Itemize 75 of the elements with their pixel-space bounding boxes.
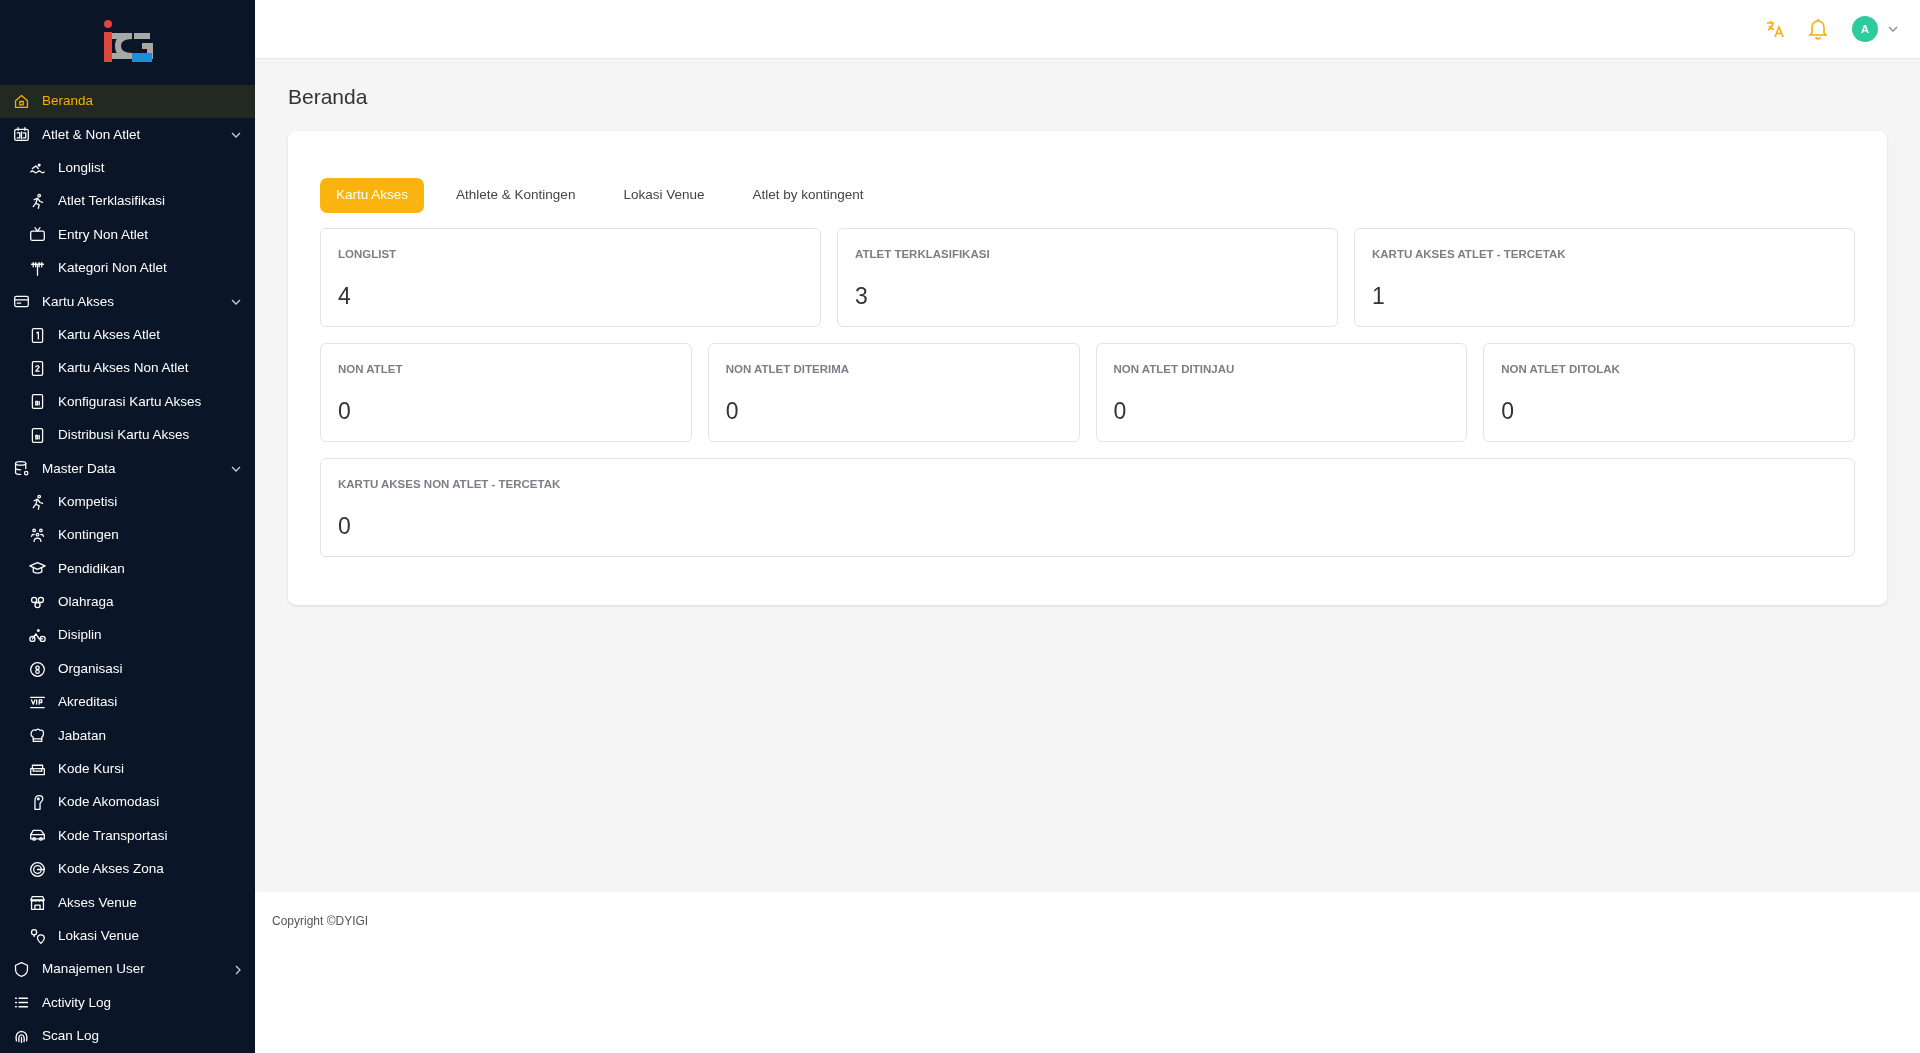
menu-item[interactable]: Akses Venue: [0, 886, 255, 920]
stat-value: 3: [855, 281, 868, 311]
menu-item[interactable]: Konfigurasi Kartu Akses: [0, 385, 255, 419]
menu-item[interactable]: Kode Kursi: [0, 752, 255, 786]
bicycle-icon: [29, 627, 46, 645]
stat-label: ATLET TERKLASIFIKASI: [855, 246, 990, 262]
menu-item[interactable]: Atlet Terklasifikasi: [0, 184, 255, 219]
menu-item[interactable]: Disiplin: [0, 618, 255, 653]
menu-item[interactable]: Distribusi Kartu Akses: [0, 418, 255, 452]
tab[interactable]: Lokasi Venue: [607, 177, 721, 213]
stat-value: 0: [1113, 396, 1127, 426]
stat-value: 4: [338, 281, 351, 311]
menu-item[interactable]: Scan Log: [0, 1019, 255, 1053]
document-two-icon: [29, 360, 46, 377]
menu-item[interactable]: Entry Non Atlet: [0, 218, 255, 252]
menu-item[interactable]: Olahraga: [0, 585, 255, 619]
chevron-down-icon: [231, 298, 241, 305]
chevron-right-icon: [235, 964, 241, 975]
menu-item[interactable]: Kartu Akses Atlet: [0, 318, 255, 352]
document-one-icon: [29, 326, 46, 344]
coin-icon: [29, 660, 46, 678]
menu-item[interactable]: Beranda: [0, 84, 255, 119]
stat-value: 1: [1372, 281, 1385, 311]
menu-item[interactable]: Lokasi Venue: [0, 919, 255, 953]
translate-icon[interactable]: [1766, 20, 1784, 38]
stat-label: NON ATLET DITINJAU: [1113, 361, 1235, 377]
chef-hat-icon: [29, 727, 46, 745]
menu-item[interactable]: Jabatan: [0, 719, 255, 753]
menu-item[interactable]: Kompetisi: [0, 485, 255, 519]
tab[interactable]: Athlete & Kontingen: [440, 177, 592, 213]
menu-item[interactable]: Pendidikan: [0, 552, 255, 586]
location-pins-icon: [29, 927, 46, 945]
menu-item[interactable]: Kode Akses Zona: [0, 852, 255, 887]
chevron-down-icon: [231, 131, 241, 138]
bell-icon[interactable]: [1808, 18, 1828, 40]
menu-item[interactable]: Master Data: [0, 451, 255, 486]
antenna-icon: [29, 259, 46, 277]
chevron-down-icon[interactable]: [1888, 26, 1898, 32]
copyright-text: Copyright ©DYIGI: [272, 914, 369, 928]
menu-item[interactable]: Kode Transportasi: [0, 819, 255, 853]
menu-item[interactable]: Kode Akomodasi: [0, 785, 255, 820]
chevron-down-icon: [231, 465, 241, 472]
document-icon: [29, 393, 46, 411]
stat-label: KARTU AKSES NON ATLET - TERCETAK: [338, 476, 561, 492]
menu-item[interactable]: Activity Log: [0, 986, 255, 1020]
stat-value: 0: [338, 511, 351, 541]
scoreboard-icon: [13, 126, 30, 144]
home-icon: [13, 92, 30, 110]
menu-item[interactable]: Manajemen User: [0, 952, 255, 987]
stat-value: 0: [1501, 396, 1515, 426]
tab[interactable]: Atlet by kontingent: [736, 177, 880, 213]
menu-item[interactable]: Kontingen: [0, 518, 255, 553]
zone-icon: [29, 860, 46, 878]
menu-item[interactable]: Organisasi: [0, 652, 255, 686]
stat-label: NON ATLET: [338, 361, 403, 377]
page-title: Beranda: [288, 84, 369, 110]
stat-value: 0: [725, 396, 739, 426]
menu-item[interactable]: Kategori Non Atlet: [0, 251, 255, 285]
tv-icon: [29, 226, 46, 244]
menu-item[interactable]: Kartu Akses Non Atlet: [0, 351, 255, 386]
menu-item[interactable]: Longlist: [0, 151, 255, 185]
menu-item[interactable]: Atlet & Non Atlet: [0, 118, 255, 152]
menu-item[interactable]: Akreditasi: [0, 685, 255, 720]
database-gear-icon: [13, 460, 30, 478]
stat-label: LONGLIST: [338, 246, 397, 262]
app-logo: [101, 20, 154, 65]
group-icon: [29, 526, 46, 544]
shield-icon: [13, 961, 30, 978]
stat-label: NON ATLET DITOLAK: [1501, 361, 1620, 377]
stat-label: NON ATLET DITERIMA: [725, 361, 850, 377]
document-icon: [29, 426, 46, 444]
stat-value: 0: [338, 396, 351, 426]
menu-item[interactable]: Kartu Akses: [0, 285, 255, 319]
stat-label: KARTU AKSES ATLET - TERCETAK: [1372, 246, 1566, 262]
storefront-icon: [29, 894, 46, 912]
